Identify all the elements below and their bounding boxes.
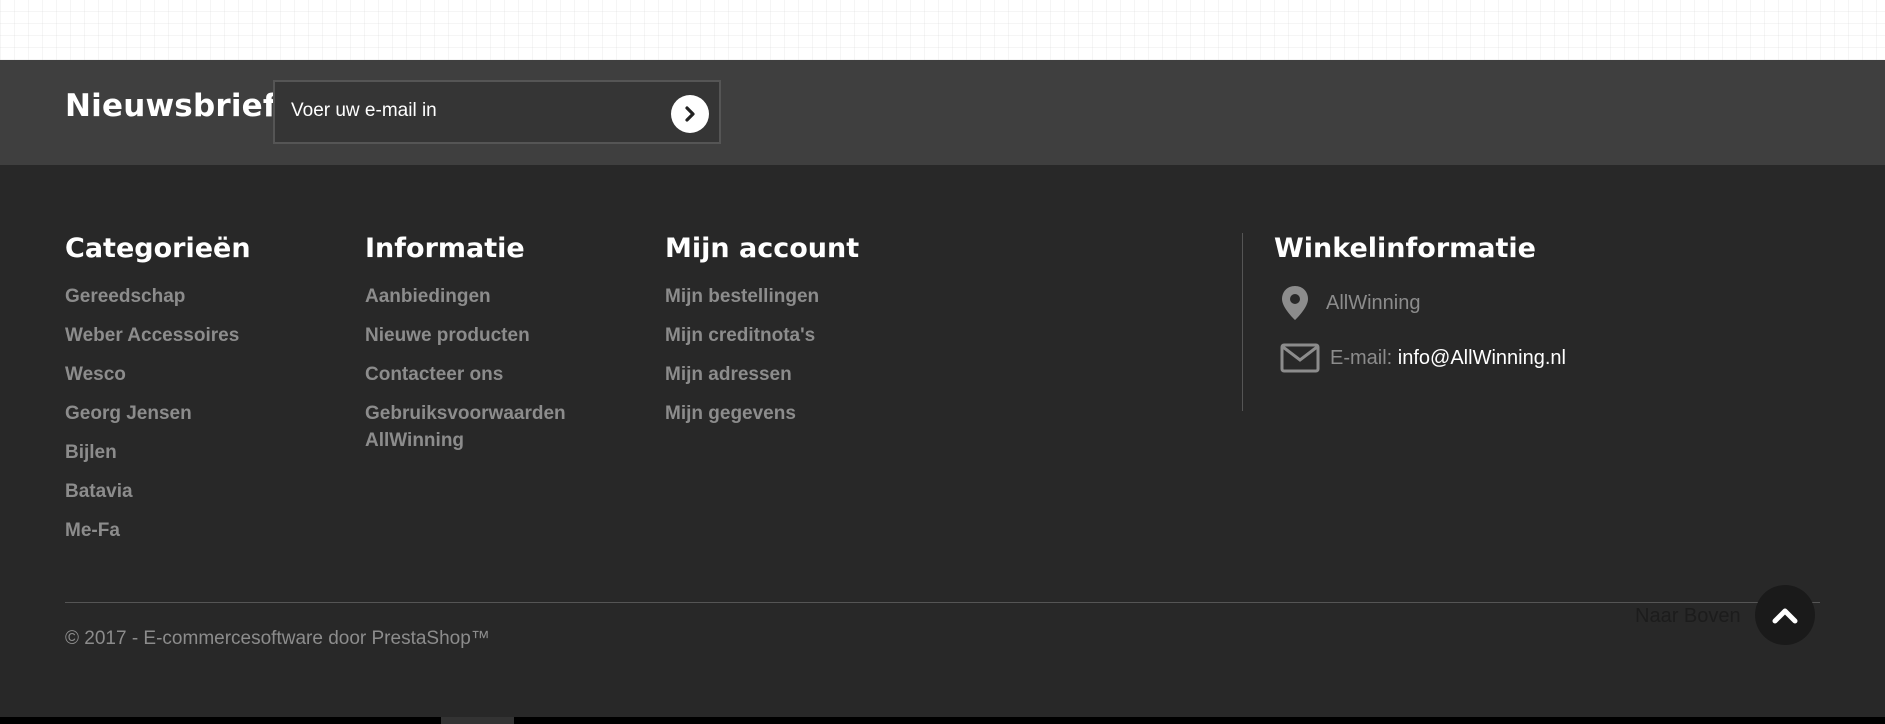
- chevron-right-icon: [685, 106, 695, 122]
- envelope-icon: [1280, 343, 1320, 373]
- account-link[interactable]: Mijn bestellingen: [665, 283, 895, 310]
- account-link[interactable]: Mijn creditnota's: [665, 322, 895, 349]
- newsletter-title: Nieuwsbrief: [65, 88, 277, 124]
- information-link[interactable]: Nieuwe producten: [365, 322, 595, 349]
- newsletter-email-input[interactable]: Voer uw e-mail in: [291, 100, 437, 122]
- footer-divider: [65, 602, 1820, 603]
- information-list: Aanbiedingen Nieuwe producten Contacteer…: [365, 283, 595, 466]
- newsletter-bar: Nieuwsbrief Voer uw e-mail in: [0, 60, 1885, 165]
- store-email-link[interactable]: info@AllWinning.nl: [1398, 347, 1566, 369]
- category-link[interactable]: Me-Fa: [65, 517, 295, 544]
- information-link[interactable]: Contacteer ons: [365, 361, 595, 388]
- back-to-top-label[interactable]: Naar Boven: [1635, 605, 1741, 628]
- categories-title: Categorieën: [65, 233, 251, 264]
- information-link[interactable]: Aanbiedingen: [365, 283, 595, 310]
- map-marker-icon: [1282, 286, 1308, 320]
- category-link[interactable]: Batavia: [65, 478, 295, 505]
- store-address-row: AllWinning: [1280, 285, 1420, 321]
- account-link[interactable]: Mijn adressen: [665, 361, 895, 388]
- window-bottom-tab: [441, 717, 514, 724]
- copyright-text[interactable]: © 2017 - E-commercesoftware door PrestaS…: [65, 628, 490, 650]
- newsletter-form: Voer uw e-mail in: [273, 80, 721, 144]
- categories-list: Gereedschap Weber Accessoires Wesco Geor…: [65, 283, 295, 556]
- page-background-strip: [0, 0, 1885, 60]
- account-link[interactable]: Mijn gegevens: [665, 400, 895, 427]
- store-name: AllWinning: [1326, 291, 1421, 314]
- my-account-list: Mijn bestellingen Mijn creditnota's Mijn…: [665, 283, 895, 439]
- category-link[interactable]: Weber Accessoires: [65, 322, 295, 349]
- store-email-label: E-mail:: [1330, 346, 1393, 369]
- site-footer: Categorieën Gereedschap Weber Accessoire…: [0, 165, 1885, 717]
- category-link[interactable]: Wesco: [65, 361, 295, 388]
- information-link[interactable]: Gebruiksvoorwaarden AllWinning: [365, 400, 595, 454]
- my-account-title: Mijn account: [665, 233, 860, 264]
- store-info-title: Winkelinformatie: [1274, 233, 1536, 264]
- window-bottom-bar: [0, 717, 1885, 724]
- store-email-row: E-mail: info@AllWinning.nl: [1280, 343, 1566, 373]
- back-to-top-button[interactable]: [1755, 585, 1815, 645]
- category-link[interactable]: Bijlen: [65, 439, 295, 466]
- category-link[interactable]: Georg Jensen: [65, 400, 295, 427]
- chevron-up-icon: [1772, 608, 1798, 624]
- store-info-divider: [1242, 233, 1243, 411]
- newsletter-submit-button[interactable]: [671, 95, 709, 133]
- category-link[interactable]: Gereedschap: [65, 283, 295, 310]
- information-title: Informatie: [365, 233, 525, 264]
- store-email-label-wrap: E-mail: info@AllWinning.nl: [1330, 347, 1566, 370]
